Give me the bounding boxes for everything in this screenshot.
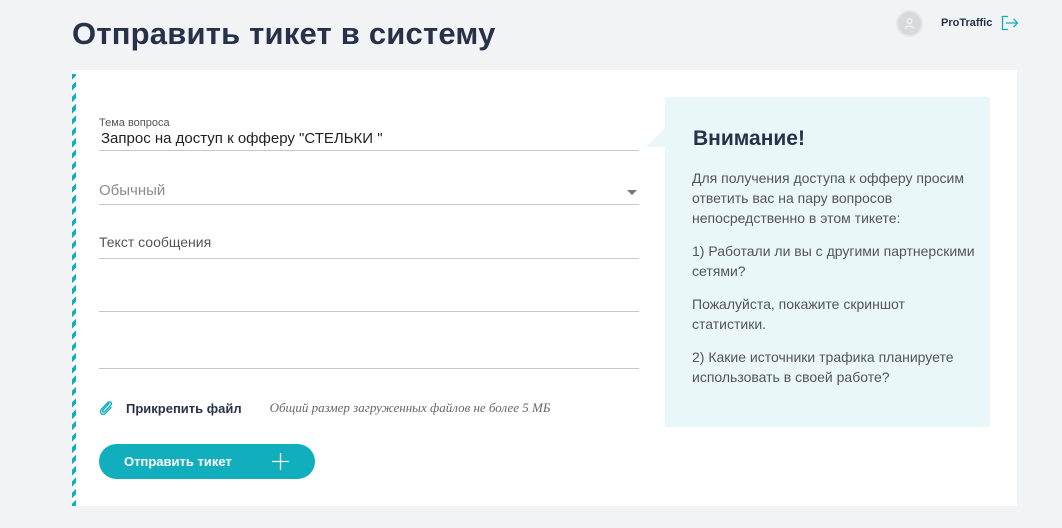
priority-value: Обычный	[99, 182, 166, 199]
user-menu: ProTraffic	[896, 9, 1019, 37]
notice-body: Для получения доступа к офферу просим от…	[692, 168, 977, 400]
subject-label: Тема вопроса	[99, 117, 170, 129]
notice-paragraph: 1) Работали ли вы с другими партнерскими…	[692, 243, 975, 279]
message-textarea[interactable]: Текст сообщения	[99, 228, 639, 259]
notice-panel: Внимание! Для получения доступа к офферу…	[646, 97, 990, 427]
attach-file[interactable]: Прикрепить файл Общий размер загруженных…	[98, 398, 551, 418]
priority-select[interactable]: Обычный	[99, 176, 639, 205]
user-icon	[904, 17, 915, 29]
subject-input[interactable]: Запрос на доступ к офферу "СТЕЛЬКИ "	[101, 130, 383, 147]
card-stripe	[72, 74, 76, 506]
notice-paragraph: Для получения доступа к офферу просим от…	[692, 170, 964, 226]
attach-file-link[interactable]: Прикрепить файл	[126, 401, 242, 416]
avatar[interactable]	[896, 9, 923, 37]
notice-paragraph: Пожалуйста, покажите скриншот статистики…	[692, 296, 905, 332]
logout-icon[interactable]	[1001, 15, 1019, 31]
message-textarea-line[interactable]	[99, 312, 639, 369]
message-textarea-line[interactable]	[99, 259, 639, 312]
subject-field[interactable]: Тема вопроса Запрос на доступ к офферу "…	[99, 114, 639, 151]
attach-hint: Общий размер загруженных файлов не более…	[269, 400, 551, 415]
notice-arrow	[646, 128, 665, 147]
submit-ticket-button[interactable]: Отправить тикет	[99, 444, 315, 479]
chevron-down-icon	[627, 190, 637, 195]
notice-paragraph: 2) Какие источники трафика планируете ис…	[692, 349, 954, 385]
message-placeholder: Текст сообщения	[99, 234, 212, 250]
page-title: Отправить тикет в систему	[72, 16, 496, 51]
notice-title: Внимание!	[693, 127, 805, 150]
paperclip-icon	[99, 401, 113, 416]
username[interactable]: ProTraffic	[941, 17, 992, 29]
submit-ticket-label: Отправить тикет	[124, 454, 232, 469]
plus-icon	[272, 453, 289, 470]
ticket-card: Тема вопроса Запрос на доступ к офферу "…	[72, 70, 1017, 506]
